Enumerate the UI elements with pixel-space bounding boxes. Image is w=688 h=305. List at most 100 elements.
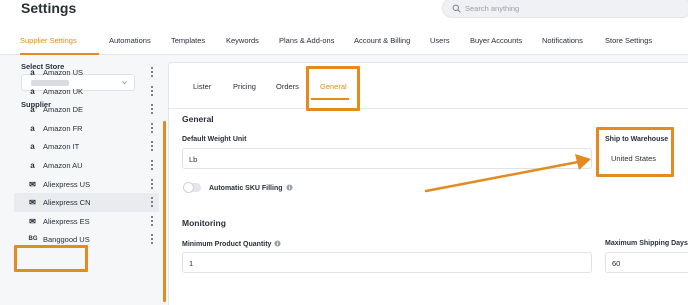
max-shipping-days-input[interactable]: 60 xyxy=(605,252,688,273)
supplier-item[interactable]: a Amazon FR xyxy=(14,119,159,138)
kebab-dot xyxy=(151,130,153,133)
supplier-item[interactable]: ✉ Aliexpress ES xyxy=(14,212,159,231)
sidebar-scrollbar[interactable] xyxy=(163,121,166,302)
kebab-dot xyxy=(151,219,153,222)
supplier-name: Amazon UK xyxy=(43,86,84,96)
active-tab-underline xyxy=(20,53,99,55)
amazon-icon: a xyxy=(30,142,35,152)
subtab-pricing[interactable]: Pricing xyxy=(233,82,256,91)
highlight-general-tab xyxy=(306,66,360,111)
page-title: Settings xyxy=(21,0,77,16)
tab-supplier-settings[interactable]: Supplier Settings xyxy=(20,36,77,45)
kebab-dot xyxy=(151,126,153,129)
supplier-item[interactable]: a Amazon US xyxy=(14,63,159,82)
highlight-aliexpress-cn xyxy=(14,245,88,272)
kebab-dot xyxy=(151,205,153,208)
supplier-item[interactable]: a Amazon DE xyxy=(14,100,159,119)
supplier-name: Aliexpress CN xyxy=(43,198,91,208)
aliexpress-icon: ✉ xyxy=(29,198,36,208)
more-options-icon[interactable] xyxy=(150,122,154,134)
subtab-lister[interactable]: Lister xyxy=(193,82,211,91)
search-box[interactable] xyxy=(442,0,688,18)
aliexpress-icon: ✉ xyxy=(29,216,36,226)
min-quantity-input[interactable]: 1 xyxy=(182,252,592,273)
more-options-icon[interactable] xyxy=(150,141,154,152)
highlight-ship-to-warehouse xyxy=(596,127,674,177)
monitoring-section-title: Monitoring xyxy=(182,218,226,228)
amazon-icon: a xyxy=(30,68,35,77)
min-quantity-text: Minimum Product Quantity xyxy=(182,241,272,248)
tab-plans-addons[interactable]: Plans & Add-ons xyxy=(279,36,334,45)
subtab-bar: Lister Pricing Orders General xyxy=(169,63,688,109)
subtab-orders[interactable]: Orders xyxy=(276,82,299,91)
supplier-name: Amazon IT xyxy=(43,142,80,152)
kebab-dot xyxy=(151,167,153,170)
kebab-dot xyxy=(151,89,153,92)
supplier-name: Amazon US xyxy=(43,68,84,77)
kebab-dot xyxy=(151,201,153,204)
kebab-dot xyxy=(151,112,153,115)
settings-nav: Supplier Settings Automations Templates … xyxy=(0,28,688,55)
more-options-icon[interactable] xyxy=(150,197,154,208)
supplier-name: Aliexpress ES xyxy=(43,216,90,226)
tab-buyer-accounts[interactable]: Buyer Accounts xyxy=(470,36,522,45)
tab-automations[interactable]: Automations xyxy=(109,36,151,45)
amazon-icon: a xyxy=(30,160,35,170)
search-icon xyxy=(452,4,461,13)
automatic-sku-label: Automatic SKU Filling xyxy=(209,184,293,192)
automatic-sku-text: Automatic SKU Filling xyxy=(209,185,283,192)
max-shipping-days-label: Maximum Shipping Days xyxy=(605,240,688,247)
amazon-icon: a xyxy=(30,123,35,133)
more-options-icon[interactable] xyxy=(150,178,154,190)
default-weight-unit-label: Default Weight Unit xyxy=(182,136,247,143)
general-section-title: General xyxy=(182,114,214,124)
supplier-name: Aliexpress US xyxy=(43,179,91,189)
amazon-icon: a xyxy=(30,86,35,96)
aliexpress-icon: ✉ xyxy=(29,179,36,189)
banggood-icon: BG xyxy=(28,236,38,243)
tab-notifications[interactable]: Notifications xyxy=(542,36,583,45)
more-options-icon[interactable] xyxy=(150,234,154,245)
kebab-dot xyxy=(151,145,153,148)
tab-templates[interactable]: Templates xyxy=(171,36,205,45)
kebab-dot xyxy=(151,108,153,111)
more-options-icon[interactable] xyxy=(150,159,154,171)
kebab-dot xyxy=(151,122,153,125)
automatic-sku-toggle[interactable] xyxy=(183,182,201,193)
more-options-icon[interactable] xyxy=(150,85,154,97)
supplier-item[interactable]: ✉ Aliexpress CN xyxy=(14,193,159,212)
tab-keywords[interactable]: Keywords xyxy=(226,36,259,45)
top-bar: Settings xyxy=(0,0,688,28)
kebab-dot xyxy=(151,234,153,237)
info-icon[interactable] xyxy=(274,240,282,247)
supplier-name: Banggood US xyxy=(43,235,90,245)
kebab-dot xyxy=(151,104,153,107)
kebab-dot xyxy=(151,67,153,69)
kebab-dot xyxy=(151,242,153,245)
supplier-name: Amazon DE xyxy=(43,105,84,115)
more-options-icon[interactable] xyxy=(150,67,154,78)
kebab-dot xyxy=(151,223,153,226)
tab-store-settings[interactable]: Store Settings xyxy=(605,36,652,45)
kebab-dot xyxy=(151,141,153,144)
kebab-dot xyxy=(151,93,153,96)
kebab-dot xyxy=(151,149,153,152)
supplier-item[interactable]: a Amazon IT xyxy=(14,137,159,156)
kebab-dot xyxy=(151,238,153,241)
kebab-dot xyxy=(151,159,153,162)
kebab-dot xyxy=(151,186,153,189)
supplier-name: Amazon FR xyxy=(43,123,83,133)
tab-account-billing[interactable]: Account & Billing xyxy=(354,36,410,45)
more-options-icon[interactable] xyxy=(150,104,154,115)
supplier-item[interactable]: ✉ Aliexpress US xyxy=(14,175,159,194)
info-icon[interactable] xyxy=(285,184,293,191)
more-options-icon[interactable] xyxy=(150,215,154,227)
default-weight-unit-select[interactable]: Lb xyxy=(182,148,592,169)
search-input[interactable] xyxy=(465,1,665,15)
tab-users[interactable]: Users xyxy=(430,36,450,45)
kebab-dot xyxy=(151,197,153,200)
supplier-list: a Amazon US a Amazon UK a Amazon DE a Amazon FR… xyxy=(14,63,159,249)
supplier-item[interactable]: a Amazon AU xyxy=(14,156,159,175)
supplier-item[interactable]: a Amazon UK xyxy=(14,82,159,101)
supplier-name: Amazon AU xyxy=(43,160,83,170)
